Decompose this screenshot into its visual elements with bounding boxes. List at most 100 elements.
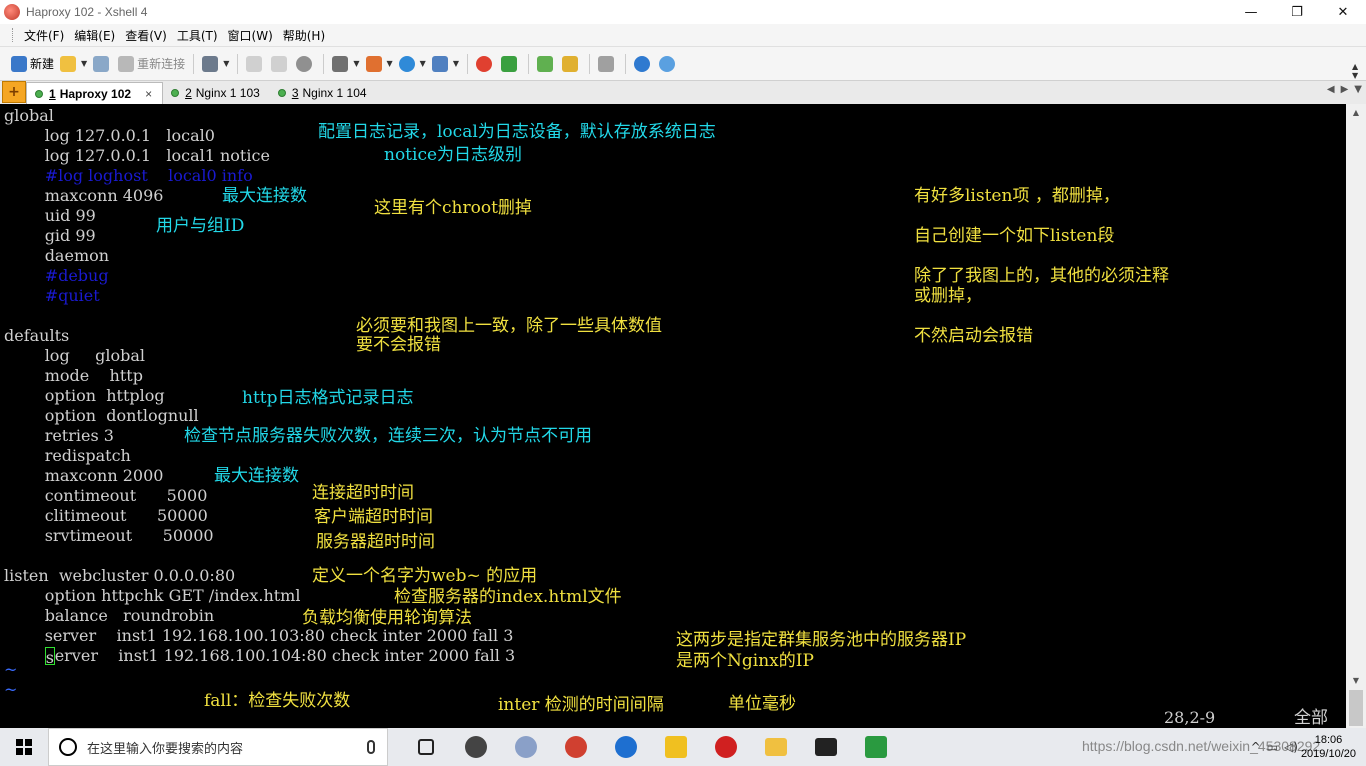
vim-empty-line-marker: ~ [4, 660, 18, 679]
vim-empty-line-marker: ~ [4, 680, 18, 699]
annotation: 配置日志记录，local为日志设备，默认存放系统日志 [318, 122, 716, 142]
tab-number: 3 [291, 86, 299, 100]
toolbar-overflow-icon[interactable]: ▲ ▼ [1352, 62, 1358, 80]
task-view-button[interactable] [402, 728, 452, 766]
chat-button[interactable] [656, 52, 681, 76]
toolbar-separator [323, 53, 325, 74]
annotation: 用户与组ID [156, 216, 245, 236]
annotation: 这两步是指定群集服务池中的服务器IP [676, 630, 967, 650]
windows-taskbar: 在这里输入你要搜索的内容 https://blog.csdn.net/weixi… [0, 728, 1366, 766]
terminal-line: clitimeout 50000 [4, 506, 208, 525]
connect-button[interactable] [90, 52, 115, 76]
terminal-line: server inst1 192.168.100.103:80 check in… [4, 626, 514, 645]
terminal-line-text: erver inst1 192.168.100.104:80 check int… [54, 646, 516, 665]
find-button[interactable] [293, 52, 318, 76]
terminal-line: server inst1 192.168.100.104:80 check in… [4, 646, 516, 667]
terminal-line: mode http [4, 366, 143, 385]
copy-button[interactable] [243, 52, 268, 76]
terminal-line: gid 99 [4, 226, 96, 245]
terminal-screen[interactable]: server inst1 192.168.100.103:80 check in… [0, 104, 1346, 728]
transfer-button[interactable]: ▼ [363, 52, 396, 76]
help-button[interactable] [631, 52, 656, 76]
tab-next-icon[interactable]: ▶ [1341, 84, 1349, 95]
print-icon [332, 55, 349, 72]
taskbar-app[interactable] [752, 728, 802, 766]
scroll-up-icon[interactable]: ▲ [1346, 104, 1366, 120]
vim-scroll-status: 全部 [1294, 708, 1328, 728]
terminal-line: log 127.0.0.1 local0 [4, 126, 215, 145]
paste-button[interactable] [268, 52, 293, 76]
tray-chevron-icon[interactable]: ^ [1251, 740, 1261, 754]
menu-tools[interactable]: 工具(T) [172, 27, 223, 44]
properties-button[interactable]: ▼ [199, 52, 232, 76]
menu-help[interactable]: 帮助(H) [278, 27, 330, 44]
scrollbar-thumb[interactable] [1349, 690, 1363, 726]
help-icon [633, 55, 650, 72]
clock-date: 2019/10/20 [1300, 748, 1356, 760]
tab-haproxy-102[interactable]: 1 Haproxy 102 × [26, 82, 164, 104]
scroll-down-icon[interactable]: ▼ [1346, 672, 1366, 688]
tab-nginx-104[interactable]: 3 Nginx 1 104 [270, 82, 377, 104]
reconnect-button[interactable]: 重新连接 [115, 52, 188, 76]
taskbar-app[interactable] [852, 728, 902, 766]
taskbar-app[interactable] [452, 728, 502, 766]
taskbar-app[interactable] [802, 728, 852, 766]
toolbar: 新建 ▼ 重新连接 ▼ ▼ ▼ ▼ ▼ [0, 46, 1366, 80]
folder-icon [60, 55, 77, 72]
globe-button[interactable]: ▼ [396, 52, 429, 76]
volume-icon[interactable]: ◁) [1284, 740, 1298, 754]
search-placeholder: 在这里输入你要搜索的内容 [87, 741, 244, 757]
xftp-icon [864, 736, 887, 758]
menu-bar: 文件(F) 编辑(E) 查看(V) 工具(T) 窗口(W) 帮助(H) [0, 24, 1366, 46]
xftp-button[interactable] [498, 52, 523, 76]
system-clock[interactable]: 18:06 2019/10/20 [1301, 733, 1356, 761]
keyboard-button[interactable] [595, 52, 620, 76]
terminal-scrollbar[interactable]: ▲ ▼ [1346, 104, 1366, 728]
taskbar-app[interactable] [602, 728, 652, 766]
minimize-button[interactable]: — [1228, 0, 1274, 24]
terminal-line: balance roundrobin [4, 606, 215, 625]
taskbar-search-box[interactable]: 在这里输入你要搜索的内容 [48, 728, 388, 766]
vim-cursor-position: 28,2-9 [1164, 708, 1216, 727]
maximize-button[interactable]: ❐ [1274, 0, 1320, 24]
task-view-icon [417, 739, 434, 755]
annotation: 是两个Nginx的IP [676, 651, 814, 671]
menu-edit[interactable]: 编辑(E) [69, 27, 120, 44]
menu-window[interactable]: 窗口(W) [223, 27, 278, 44]
terminal-line: global [4, 106, 54, 125]
open-folder-button[interactable]: ▼ [57, 52, 90, 76]
add-session-icon[interactable]: + [2, 81, 26, 103]
tab-nginx-103[interactable]: 2 Nginx 1 103 [163, 82, 270, 104]
pinwheel-icon [464, 736, 487, 758]
tab-close-icon[interactable]: × [145, 87, 152, 101]
taskbar-app[interactable] [552, 728, 602, 766]
terminal-line: option httpchk GET /index.html [4, 586, 301, 605]
annotation: 单位毫秒 [728, 694, 796, 714]
transfer-icon [365, 55, 382, 72]
font-button[interactable]: ▼ [429, 52, 462, 76]
print-button[interactable]: ▼ [329, 52, 362, 76]
tab-menu-icon[interactable]: ▼ [1354, 84, 1362, 95]
new-session-button[interactable]: 新建 [8, 52, 57, 76]
menu-view[interactable]: 查看(V) [120, 27, 172, 44]
network-icon[interactable]: ▭ [1267, 740, 1278, 754]
layout-button[interactable] [534, 52, 559, 76]
link-icon [93, 55, 110, 72]
tab-prev-icon[interactable]: ◀ [1327, 84, 1335, 95]
xshell-button[interactable] [473, 52, 498, 76]
lock-icon [561, 55, 578, 72]
session-tab-bar: + 1 Haproxy 102 × 2 Nginx 1 103 3 Nginx … [0, 80, 1366, 104]
taskbar-app[interactable] [652, 728, 702, 766]
microphone-icon[interactable] [367, 740, 375, 754]
annotation: 除了了我图上的，其他的必须注释 [914, 266, 1169, 286]
terminal-line: uid 99 [4, 206, 96, 225]
terminal-line: daemon [4, 246, 110, 265]
lock-button[interactable] [559, 52, 584, 76]
globe-icon [398, 55, 415, 72]
start-button[interactable] [0, 728, 48, 766]
close-button[interactable]: ✕ [1320, 0, 1366, 24]
taskbar-app[interactable] [502, 728, 552, 766]
taskbar-app[interactable] [702, 728, 752, 766]
tab-number: 2 [185, 86, 192, 100]
menu-file[interactable]: 文件(F) [19, 27, 69, 44]
